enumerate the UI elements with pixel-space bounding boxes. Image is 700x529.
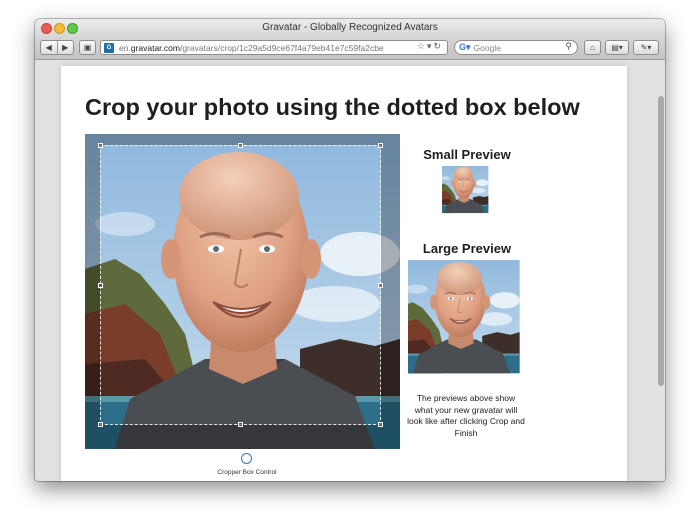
tab-view-button[interactable]: ▤▾ [605, 40, 629, 55]
web-viewport: Crop your photo using the dotted box bel… [35, 60, 665, 481]
search-input[interactable]: G▾ Google ⚲ [454, 40, 578, 55]
forward-arrow-icon[interactable]: ▶ [57, 43, 73, 52]
window-title: Gravatar - Globally Recognized Avatars [262, 22, 438, 33]
large-preview-image [408, 260, 526, 378]
nav-button-group: ◀ ▶ [40, 40, 74, 55]
crop-handle-bottom-right[interactable] [378, 422, 383, 427]
search-placeholder: Google [473, 42, 501, 53]
url-text: en.gravatar.com/gravatars/crop/1c29a5d9c… [119, 42, 384, 53]
crop-photo[interactable] [85, 134, 400, 449]
crop-handle-bottom-left[interactable] [98, 422, 103, 427]
back-arrow-icon[interactable]: ◀ [41, 43, 57, 52]
star-icon[interactable]: ☆ [417, 41, 427, 51]
crop-handle-top[interactable] [238, 143, 243, 148]
url-actions: ☆▾↻ [417, 41, 443, 52]
crop-handle-right[interactable] [378, 283, 383, 288]
crop-handle-top-right[interactable] [378, 143, 383, 148]
home-icon: ⌂ [590, 43, 595, 52]
crop-selection-box[interactable] [98, 143, 383, 427]
page-card: Crop your photo using the dotted box bel… [61, 66, 627, 481]
vertical-scrollbar[interactable] [658, 96, 664, 386]
extensions-icon: ✎▾ [640, 43, 652, 52]
reader-icon: ▣ [83, 43, 92, 52]
large-preview-title: Large Preview [422, 241, 512, 256]
browser-window: Gravatar - Globally Recognized Avatars ◀… [35, 19, 665, 481]
crop-mask-bottom [85, 425, 400, 449]
address-bar[interactable]: G en.gravatar.com/gravatars/crop/1c29a5d… [100, 40, 448, 55]
page-title: Crop your photo using the dotted box bel… [85, 94, 580, 120]
tab-view-icon: ▤▾ [611, 43, 623, 52]
preview-note: The previews above show what your new gr… [407, 393, 525, 438]
reload-icon[interactable]: ↻ [433, 41, 443, 51]
gravatar-favicon: G [104, 42, 114, 53]
crop-handle-top-left[interactable] [98, 143, 103, 148]
cropper-box-control-label: Cropper Box Control [217, 469, 277, 476]
small-preview-title: Small Preview [423, 147, 511, 162]
google-icon[interactable]: G▾ [459, 42, 471, 53]
crop-handle-left[interactable] [98, 283, 103, 288]
browser-toolbar: ◀ ▶ ▣ G en.gravatar.com/gravatars/crop/1… [35, 37, 665, 60]
cropper-box-control[interactable] [241, 453, 252, 464]
home-button[interactable]: ⌂ [584, 40, 601, 55]
title-bar: Gravatar - Globally Recognized Avatars [35, 19, 665, 37]
crop-mask-right [381, 145, 400, 425]
extensions-button[interactable]: ✎▾ [633, 40, 659, 55]
small-preview-image [442, 166, 491, 215]
magnifier-icon[interactable]: ⚲ [565, 41, 572, 52]
crop-handle-bottom[interactable] [238, 422, 243, 427]
reader-button[interactable]: ▣ [79, 40, 96, 55]
